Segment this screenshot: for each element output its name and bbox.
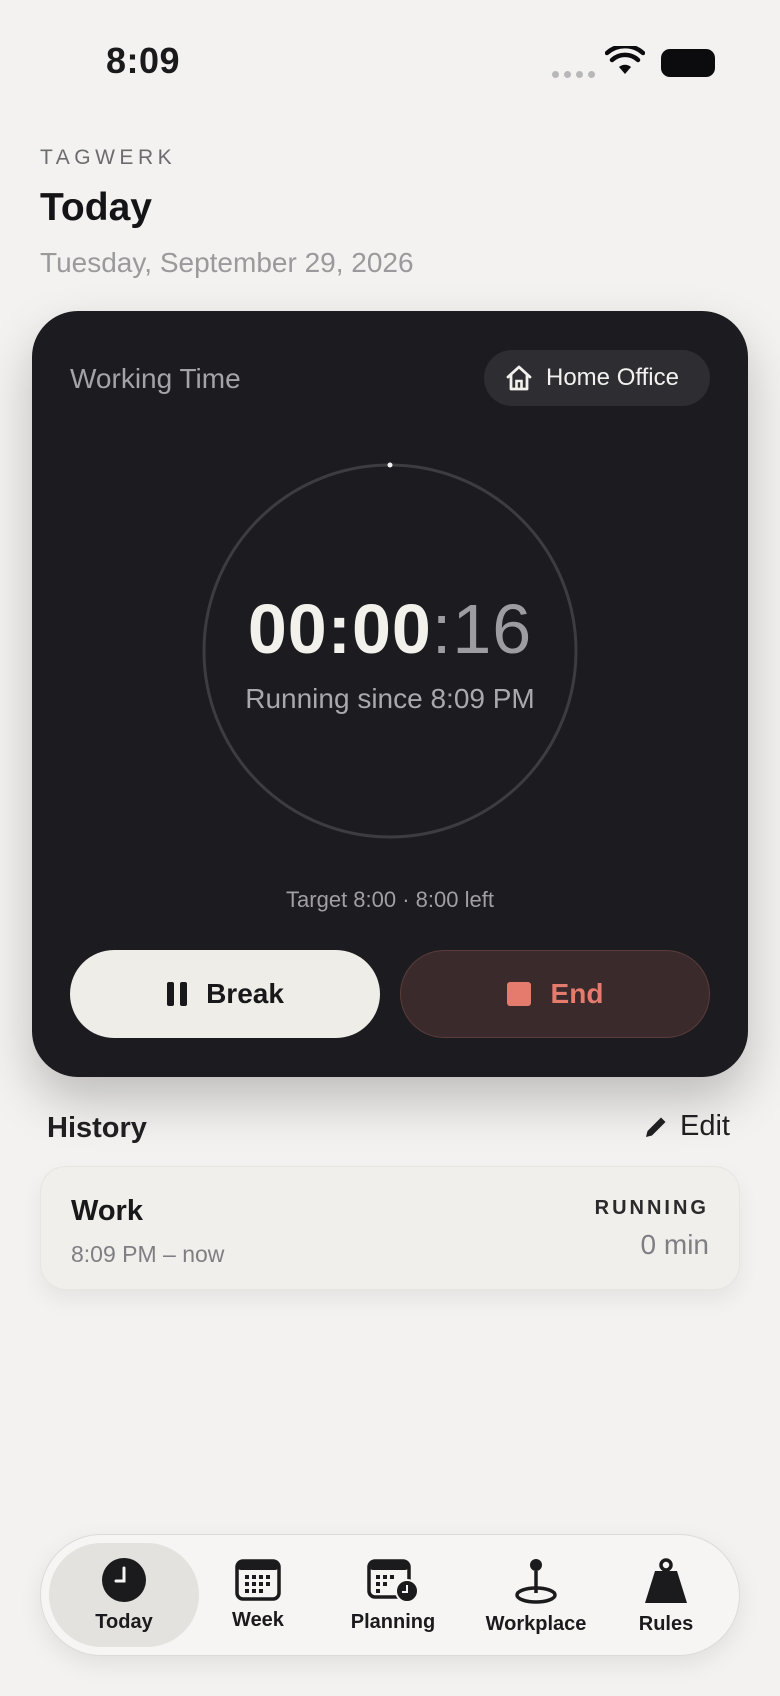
entry-duration: 0 min xyxy=(640,1229,709,1260)
elapsed-separator: : xyxy=(431,590,453,668)
stop-icon xyxy=(506,982,531,1006)
tab-planning[interactable]: Planning xyxy=(323,1543,463,1647)
tab-today[interactable]: Today xyxy=(49,1543,199,1647)
running-since: Running since 8:09 PM xyxy=(245,683,535,714)
pencil-icon xyxy=(646,1117,666,1137)
tab-label: Week xyxy=(232,1609,284,1631)
elapsed-seconds: 16 xyxy=(452,590,533,668)
calendar-clock-icon xyxy=(367,1559,419,1603)
location-label: Home Office xyxy=(546,364,679,391)
tab-label: Planning xyxy=(350,1611,436,1633)
page-title: Today xyxy=(40,186,152,229)
working-time-card: Working Time Home Office 00:00:16 Runnin… xyxy=(32,311,748,1077)
card-label: Working Time xyxy=(70,363,241,394)
home-icon xyxy=(506,365,532,391)
wifi-icon xyxy=(605,46,645,74)
signal-dots-icon xyxy=(552,71,595,78)
end-label: End xyxy=(550,978,604,1009)
current-date: Tuesday, September 29, 2026 xyxy=(40,247,414,278)
location-button[interactable]: Home Office xyxy=(484,350,710,406)
progress-ring: 00:00:16 Running since 8:09 PM xyxy=(200,461,580,841)
elapsed-hours-minutes: 00:00 xyxy=(247,590,432,668)
battery-icon xyxy=(661,49,715,77)
break-label: Break xyxy=(206,978,284,1009)
end-button[interactable]: End xyxy=(400,950,710,1038)
calendar-grid-icon xyxy=(235,1559,281,1601)
history-title: History xyxy=(47,1112,147,1144)
edit-label: Edit xyxy=(680,1110,730,1142)
elapsed-time: 00:00:16 xyxy=(200,589,580,669)
tab-label: Today xyxy=(95,1611,153,1633)
edit-button[interactable]: Edit xyxy=(642,1110,730,1143)
tab-week[interactable]: Week xyxy=(203,1543,313,1647)
entry-time-range: 8:09 PM – now xyxy=(71,1241,225,1267)
tab-label: Rules xyxy=(638,1613,694,1635)
history-row[interactable]: Work 8:09 PM – now RUNNING 0 min xyxy=(40,1166,740,1290)
status-badge: RUNNING xyxy=(594,1197,709,1219)
pause-icon xyxy=(167,982,188,1006)
app-brand: TAGWERK xyxy=(40,146,177,169)
break-button[interactable]: Break xyxy=(70,950,380,1038)
clock-icon xyxy=(102,1558,146,1602)
target-info: Target 8:00 · 8:00 left xyxy=(286,887,494,912)
tab-workplace[interactable]: Workplace xyxy=(461,1543,611,1647)
entry-type: Work xyxy=(71,1195,143,1227)
weight-icon xyxy=(645,1558,687,1603)
tab-label: Workplace xyxy=(485,1613,587,1635)
tab-bar: Today Week Planning Workplace Rules xyxy=(40,1534,740,1656)
map-pin-icon xyxy=(515,1559,557,1604)
tab-rules[interactable]: Rules xyxy=(611,1543,721,1647)
status-bar-time: 8:09 xyxy=(106,40,181,81)
